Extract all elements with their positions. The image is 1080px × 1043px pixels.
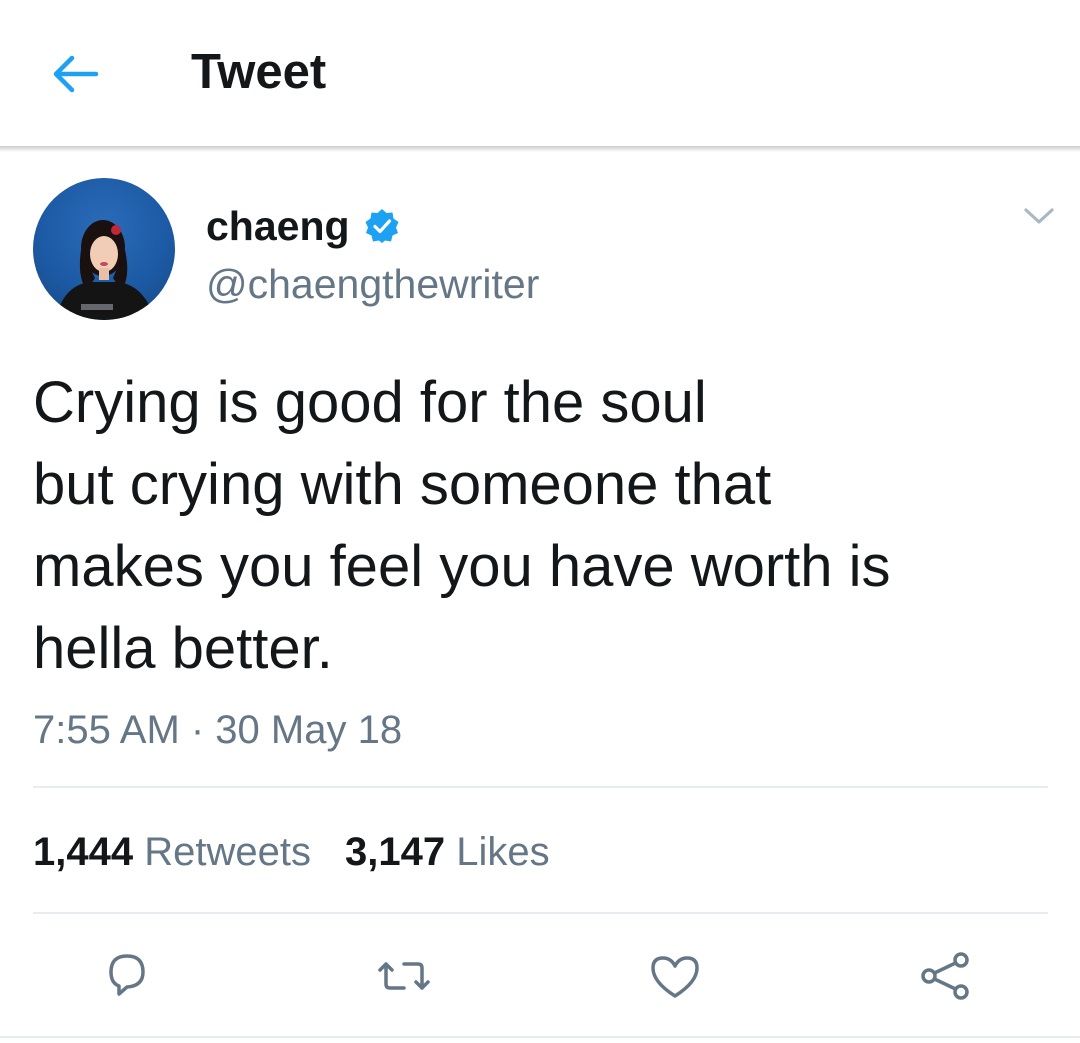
tweet-stats: 1,444 Retweets 3,147 Likes: [33, 826, 584, 878]
tweet-timestamp[interactable]: 7:55 AM · 30 May 18: [33, 704, 402, 756]
likes-label: Likes: [456, 830, 550, 874]
arrow-left-icon: [53, 55, 99, 93]
retweets-label: Retweets: [144, 830, 311, 874]
page-title: Tweet: [191, 45, 327, 99]
divider: [33, 912, 1048, 914]
top-app-bar: Tweet: [0, 0, 1080, 148]
verified-badge-icon: [365, 209, 399, 243]
divider: [0, 1036, 1080, 1038]
share-icon: [921, 952, 969, 1000]
chevron-down-icon: [1024, 208, 1054, 224]
tweet-text-line: but crying with someone that: [33, 452, 772, 517]
header-divider: [0, 146, 1080, 152]
avatar-image: [55, 220, 155, 320]
tweet-text-line: makes you feel you have worth is: [33, 534, 891, 599]
retweets-stat[interactable]: 1,444 Retweets: [33, 826, 311, 878]
retweet-button[interactable]: [374, 946, 434, 1006]
retweets-count: 1,444: [33, 830, 134, 874]
more-options-button[interactable]: [1018, 200, 1060, 232]
back-button[interactable]: [48, 52, 104, 96]
tweet-text: Crying is good for the soul but crying w…: [33, 362, 1043, 690]
author-row: chaeng: [206, 200, 400, 252]
retweet-icon: [378, 962, 430, 990]
tweet-text-line: Crying is good for the soul: [33, 370, 707, 435]
like-icon: [651, 956, 699, 998]
reply-button[interactable]: [97, 946, 157, 1006]
author-name[interactable]: chaeng: [206, 200, 350, 252]
author-handle[interactable]: @chaengthewriter: [206, 258, 539, 310]
divider: [33, 786, 1048, 788]
likes-count: 3,147: [344, 830, 446, 874]
reply-icon: [109, 954, 145, 996]
likes-stat[interactable]: 3,147 Likes: [345, 826, 550, 878]
share-button[interactable]: [915, 946, 975, 1006]
tweet-text-line: hella better.: [33, 616, 333, 681]
avatar[interactable]: [33, 178, 175, 320]
like-button[interactable]: [645, 946, 705, 1006]
